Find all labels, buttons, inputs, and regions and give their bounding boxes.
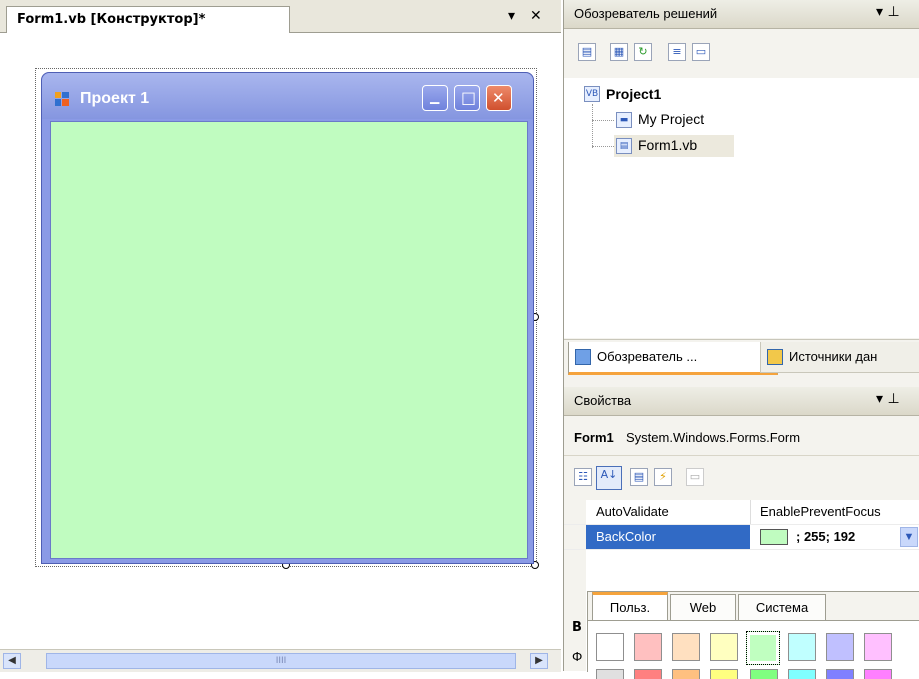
solution-explorer-toolbar: ▤ ▦ ↻ ≡ ▭ — [564, 29, 919, 77]
solution-explorer-header: Обозреватель решений ▾ ⊥ — [564, 0, 919, 29]
description-label: Ф — [572, 650, 583, 664]
tab-label: Form1.vb [Конструктор]* — [17, 12, 206, 27]
tree-line — [592, 146, 614, 147]
tab-data-sources[interactable]: Источники дан — [760, 342, 919, 373]
solution-tree[interactable]: VB Project1 ▬ My Project ▤ Form1.vb — [564, 78, 919, 338]
pin-icon[interactable]: ▾ ⊥ — [876, 4, 900, 20]
form-app-icon — [55, 92, 69, 106]
object-name: Form1 — [574, 430, 614, 445]
column-divider — [750, 500, 751, 524]
minimize-icon: ▁ — [430, 90, 440, 104]
solution-bottom-tabs: Обозреватель ... Источники дан — [564, 339, 919, 376]
events-icon[interactable]: ⚡ — [654, 468, 672, 486]
tree-line — [592, 104, 594, 148]
category-label: В — [572, 620, 582, 635]
horizontal-scrollbar[interactable]: ◀ IIII ▶ — [0, 649, 561, 672]
vb-project-icon: VB — [584, 86, 600, 102]
properties-view-icon[interactable]: ▤ — [630, 468, 648, 486]
color-swatch — [760, 529, 788, 545]
color-picker-dropdown[interactable]: Польз. Web Система — [587, 591, 919, 679]
tab-label: Web — [689, 600, 717, 615]
color-swatch[interactable] — [710, 633, 738, 661]
form-title-bar[interactable]: Проект 1 ▁ □ ✕ — [42, 73, 533, 119]
color-swatch[interactable] — [864, 633, 892, 661]
data-sources-icon — [767, 349, 783, 365]
close-button[interactable]: ✕ — [486, 85, 512, 111]
property-row-autovalidate[interactable]: AutoValidate EnablePreventFocus — [564, 500, 919, 525]
alphabetical-icon[interactable]: A↓ — [596, 466, 622, 490]
properties-toolbar: ☷ A↓ ▤ ⚡ ▭ — [564, 456, 919, 500]
tab-solution-explorer[interactable]: Обозреватель ... — [568, 342, 778, 375]
window-position-icon[interactable]: ▾ — [508, 8, 515, 24]
tab-web-colors[interactable]: Web — [670, 594, 736, 621]
properties-header: Свойства ▾ ⊥ — [564, 387, 919, 416]
categorized-icon[interactable]: ☷ — [574, 468, 592, 486]
color-swatch[interactable] — [826, 633, 854, 661]
maximize-button[interactable]: □ — [454, 85, 480, 111]
designer-panel: Form1.vb [Конструктор]* ▾ ✕ Проект 1 ▁ □… — [0, 0, 561, 672]
color-swatch[interactable] — [634, 633, 662, 661]
tree-item-project[interactable]: Project1 — [606, 86, 661, 102]
color-swatch[interactable] — [788, 633, 816, 661]
view-designer-icon[interactable]: ▭ — [692, 43, 710, 61]
scroll-right-icon[interactable]: ▶ — [530, 653, 548, 669]
tool-windows: Обозреватель решений ▾ ⊥ ▤ ▦ ↻ ≡ ▭ VB Pr… — [563, 0, 919, 679]
view-code-icon[interactable]: ≡ — [668, 43, 686, 61]
form-file-icon: ▤ — [616, 138, 632, 154]
designer-tab-bar: Form1.vb [Конструктор]* ▾ ✕ — [0, 0, 561, 33]
property-name: BackColor — [596, 529, 656, 544]
close-icon: ✕ — [492, 89, 505, 107]
properties-title: Свойства — [574, 393, 632, 408]
properties-icon[interactable]: ▤ — [578, 43, 596, 61]
chevron-down-icon[interactable]: ▼ — [900, 527, 918, 547]
scroll-thumb[interactable]: IIII — [46, 653, 516, 669]
solution-explorer-title: Обозреватель решений — [574, 6, 718, 21]
property-value: EnablePreventFocus — [760, 504, 881, 519]
refresh-icon[interactable]: ↻ — [634, 43, 652, 61]
form-client-area[interactable] — [50, 121, 528, 559]
tab-label: Обозреватель ... — [597, 349, 698, 364]
color-swatch[interactable] — [596, 633, 624, 661]
property-value[interactable]: ; 255; 192 — [796, 529, 855, 544]
tree-item-my-project[interactable]: My Project — [638, 111, 704, 127]
form-window[interactable]: Проект 1 ▁ □ ✕ — [41, 72, 534, 564]
form-title: Проект 1 — [80, 90, 150, 107]
tab-system-colors[interactable]: Система — [738, 594, 826, 621]
show-all-files-icon[interactable]: ▦ — [610, 43, 628, 61]
swatch-area — [588, 620, 919, 679]
color-swatch[interactable] — [672, 633, 700, 661]
solution-explorer-icon — [575, 349, 591, 365]
pin-icon[interactable]: ▾ ⊥ — [876, 391, 900, 407]
color-swatch-selected[interactable] — [746, 631, 780, 665]
scroll-left-icon[interactable]: ◀ — [3, 653, 21, 669]
property-row-backcolor[interactable]: BackColor ; 255; 192 ▼ — [564, 525, 919, 550]
property-pages-icon[interactable]: ▭ — [686, 468, 704, 486]
tab-label: Источники дан — [789, 349, 878, 364]
object-type: System.Windows.Forms.Form — [626, 430, 801, 445]
tab-custom-colors[interactable]: Польз. — [592, 592, 668, 623]
my-project-icon: ▬ — [616, 112, 632, 128]
tab-form1-designer[interactable]: Form1.vb [Конструктор]* — [6, 6, 290, 33]
tab-label: Польз. — [609, 600, 651, 615]
maximize-icon: □ — [461, 88, 477, 107]
minimize-button[interactable]: ▁ — [422, 85, 448, 111]
tree-item-form1[interactable]: Form1.vb — [638, 137, 697, 153]
close-icon[interactable]: ✕ — [530, 8, 542, 24]
property-name: AutoValidate — [596, 504, 669, 519]
object-selector[interactable]: Form1 System.Windows.Forms.Form — [564, 421, 919, 456]
tab-label: Система — [755, 600, 809, 615]
tree-line — [592, 120, 614, 121]
